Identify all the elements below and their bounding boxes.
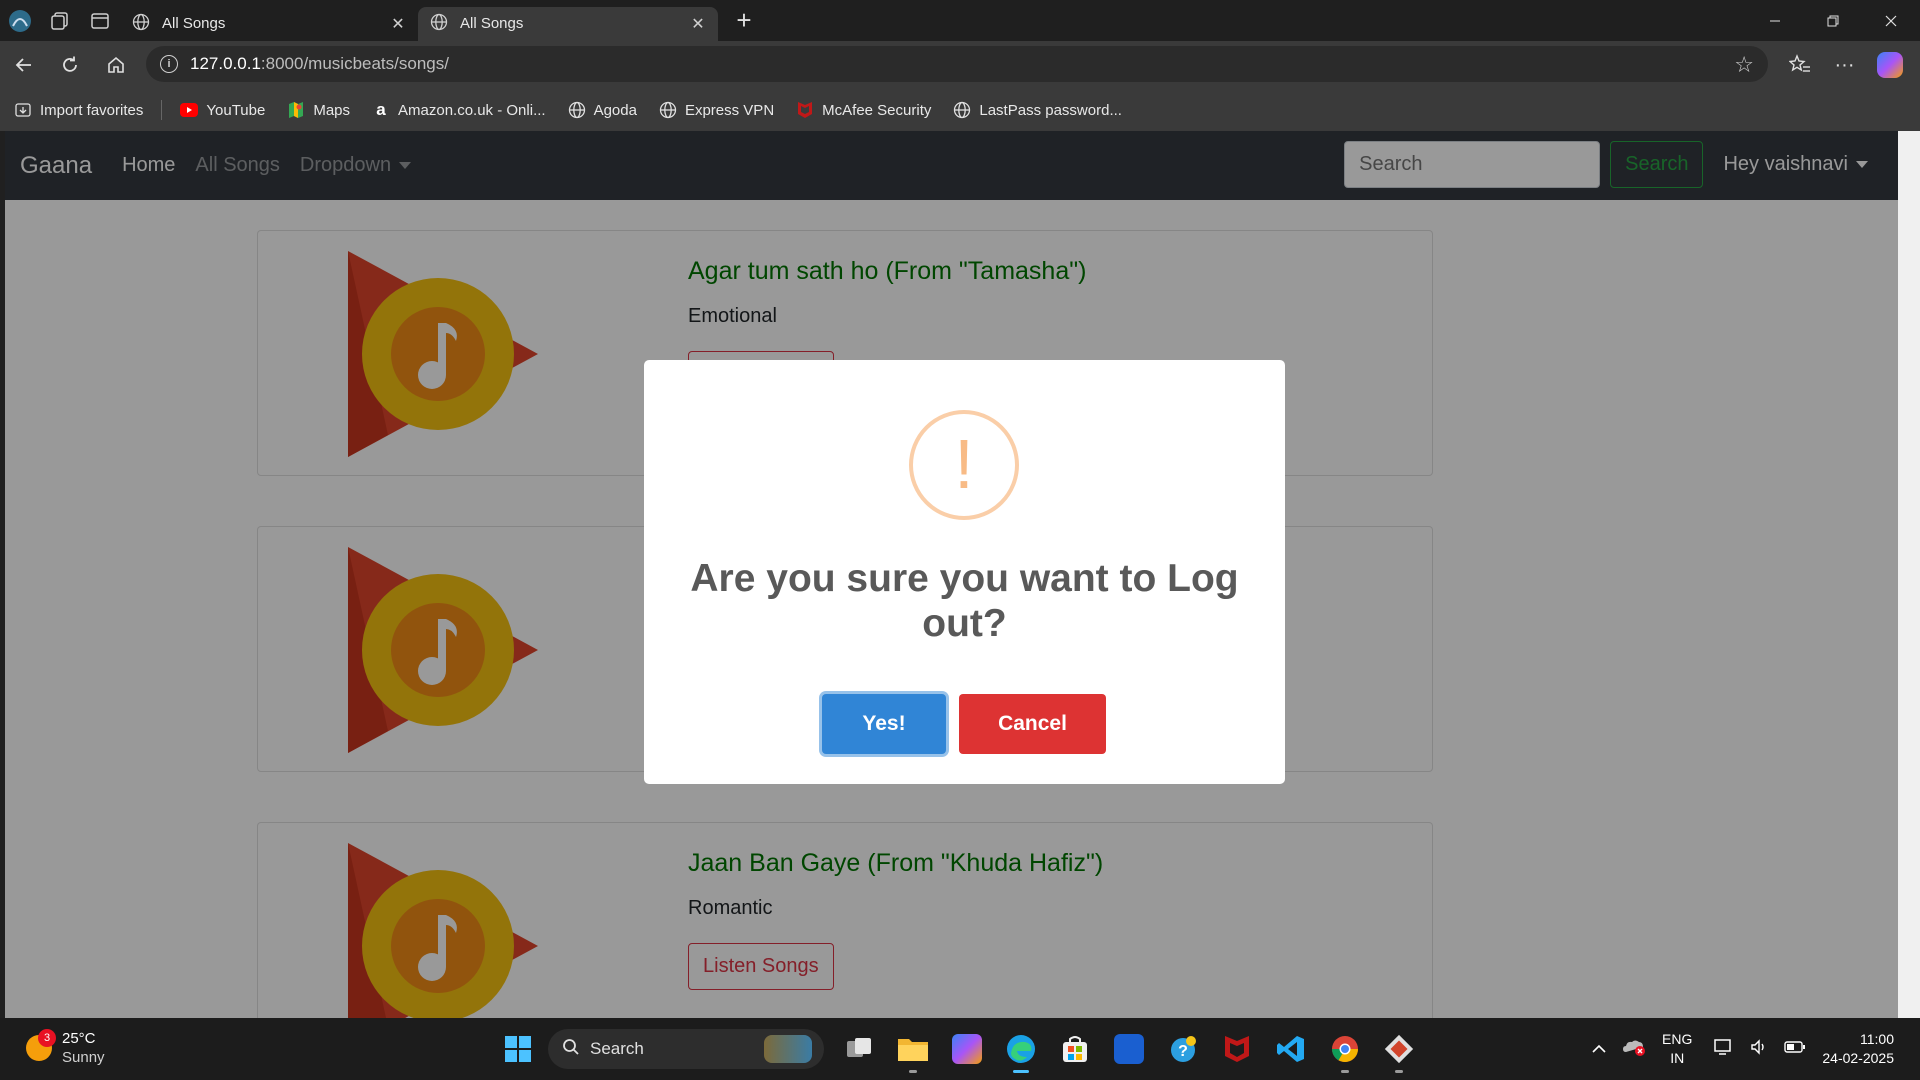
fav-label: McAfee Security [822,101,932,119]
notification-badge: 3 [38,1029,56,1047]
weather-condition: Sunny [62,1049,105,1066]
help-icon[interactable]: ? [1161,1025,1205,1073]
close-tab-icon[interactable]: ✕ [688,14,708,34]
fav-label: Maps [313,101,351,119]
fav-import[interactable]: Import favorites [14,101,143,119]
profile-icon[interactable] [0,1,40,41]
globe-icon [132,13,150,35]
date: 24-02-2025 [1822,1050,1894,1066]
close-window-icon[interactable] [1862,0,1920,41]
search-icon [562,1038,580,1061]
fav-maps[interactable]: Maps [287,101,350,119]
web-page: Gaana Home All Songs Dropdown Search Hey… [5,131,1898,1018]
microsoft-store-icon[interactable] [1053,1025,1097,1073]
tab-title: All Songs [460,15,524,32]
chrome-icon[interactable] [1323,1025,1367,1073]
tab-all-songs-2[interactable]: All Songs ✕ [418,6,718,41]
git-tool-icon[interactable] [1377,1025,1421,1073]
amazon-icon: a [376,100,386,119]
windows-taskbar: 3 25°C Sunny Search ? ENG IN 11:00 24-02… [0,1018,1920,1080]
maps-icon [287,101,305,119]
myhp-icon[interactable] [1107,1025,1151,1073]
favorites-icon[interactable] [1777,45,1822,85]
workspaces-icon[interactable] [40,1,80,41]
url-path: :8000/musicbeats/songs/ [260,54,449,73]
restore-icon[interactable] [1804,0,1862,41]
home-icon[interactable] [94,45,138,85]
close-tab-icon[interactable]: ✕ [388,14,408,34]
window-controls [1746,0,1920,41]
weather-widget[interactable]: 3 25°C Sunny [26,1029,105,1067]
chevron-up-icon[interactable] [1592,1041,1606,1058]
fav-lastpass[interactable]: LastPass password... [953,101,1122,119]
mcafee-app-icon[interactable] [1215,1025,1259,1073]
warning-icon: ! [909,410,1019,520]
globe-icon [659,101,677,119]
globe-icon [568,101,586,119]
fav-label: Express VPN [684,101,775,119]
cancel-button[interactable]: Cancel [959,694,1106,754]
language-indicator[interactable]: ENG IN [1662,1030,1692,1068]
system-tray: ENG IN 11:00 24-02-2025 [1592,1018,1920,1080]
copilot-icon[interactable] [1867,45,1912,85]
fav-mcafee[interactable]: McAfee Security [796,101,931,119]
new-tab-button[interactable]: + [724,5,764,36]
tab-all-songs-1[interactable]: All Songs ✕ [120,7,419,41]
svg-text:?: ? [1178,1043,1188,1060]
fav-amazon[interactable]: a Amazon.co.uk - Onli... [372,100,546,119]
clock[interactable]: 11:00 24-02-2025 [1822,1030,1894,1068]
taskbar-search-label: Search [590,1039,644,1058]
battery-icon[interactable] [1784,1040,1806,1058]
youtube-icon [180,101,199,119]
fav-label: Amazon.co.uk - Onli... [398,101,546,119]
file-explorer-icon[interactable] [891,1025,935,1073]
time: 11:00 [1860,1031,1894,1047]
mcafee-icon [796,101,814,119]
globe-icon [953,101,971,119]
fav-label: Agoda [593,101,637,119]
network-icon[interactable] [1714,1038,1734,1060]
volume-icon[interactable] [1750,1038,1768,1060]
tab-actions-icon[interactable] [80,1,120,41]
fav-agoda[interactable]: Agoda [568,101,637,119]
lang-region: IN [1670,1050,1685,1066]
globe-icon [430,13,448,35]
vscode-icon[interactable] [1269,1025,1313,1073]
refresh-icon[interactable] [48,45,92,85]
sun-icon: 3 [26,1029,56,1061]
copilot-app-icon[interactable] [945,1025,989,1073]
fav-separator [161,100,163,120]
more-icon[interactable]: ··· [1822,45,1867,85]
import-icon [14,101,32,119]
taskbar-search[interactable]: Search [548,1029,824,1069]
minimize-icon[interactable] [1746,0,1804,41]
toolbar-right: ··· [1777,45,1912,85]
browser-tab-bar: All Songs ✕ All Songs ✕ + [0,0,1920,41]
favorites-bar: Import favorites YouTube Maps a Amazon.c… [0,89,1920,131]
onedrive-error-icon[interactable] [1622,1038,1646,1060]
task-view-icon[interactable] [837,1025,881,1073]
back-icon[interactable] [2,45,46,85]
tab-title: All Songs [162,15,226,32]
fav-express-vpn[interactable]: Express VPN [659,101,774,119]
site-info-icon[interactable]: i [160,55,178,73]
address-toolbar: i 127.0.0.1:8000/musicbeats/songs/ ☆ ··· [0,41,1920,89]
address-bar[interactable]: i 127.0.0.1:8000/musicbeats/songs/ ☆ [146,46,1768,82]
page-scrollbar[interactable] [1898,131,1920,1018]
logout-confirm-dialog: ! Are you sure you want to Log out? Yes!… [644,360,1285,784]
favorite-star-icon[interactable]: ☆ [1734,52,1754,78]
fav-label: YouTube [206,101,266,119]
fav-label: LastPass password... [979,101,1122,119]
taskbar-apps: Search ? [496,1025,1426,1073]
lang-code: ENG [1662,1031,1693,1047]
dialog-title: Are you sure you want to Log out? [690,557,1239,645]
url-host: 127.0.0.1 [190,54,261,73]
confirm-logout-button[interactable]: Yes! [822,694,946,754]
fav-label: Import favorites [40,101,144,119]
edge-browser-icon[interactable] [999,1025,1043,1073]
fav-youtube[interactable]: YouTube [180,101,265,119]
temperature: 25°C [62,1030,96,1047]
windows-start-icon[interactable] [496,1025,540,1073]
search-highlight-icon [764,1035,812,1063]
